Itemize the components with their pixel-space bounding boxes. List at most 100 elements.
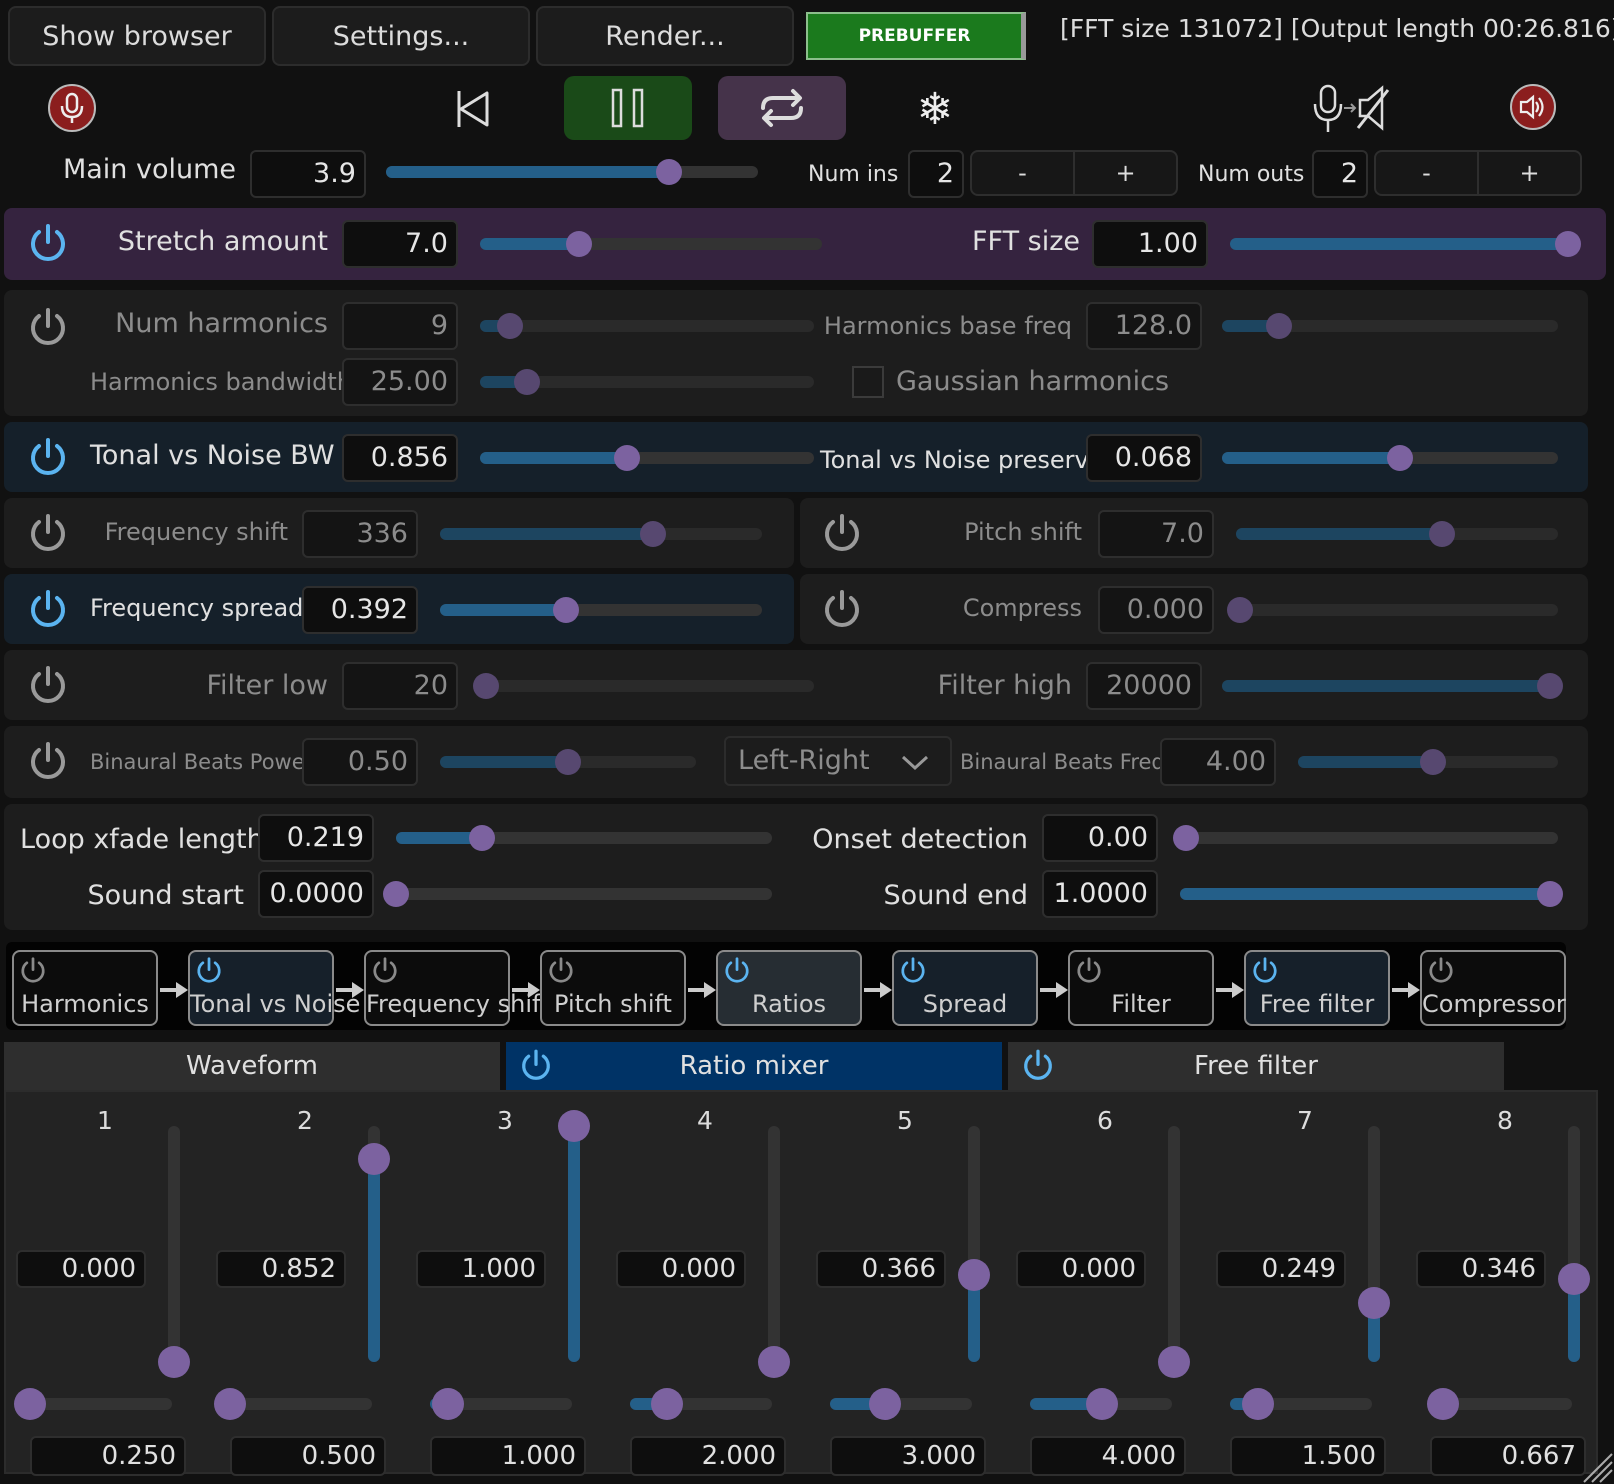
power-icon[interactable] <box>722 956 752 986</box>
tonal-noise-preserve-value[interactable]: 0.068 <box>1086 434 1202 482</box>
slider-knob[interactable] <box>1358 1287 1390 1319</box>
loop-xfade-slider[interactable] <box>396 825 772 851</box>
harmonics-bandwidth-slider[interactable] <box>480 369 814 395</box>
filter-high-slider[interactable] <box>1222 673 1563 699</box>
harmonics-base-freq-value[interactable]: 128.0 <box>1086 302 1202 350</box>
filter-low-slider[interactable] <box>473 673 814 699</box>
channel-level-value[interactable]: 0.249 <box>1216 1250 1346 1288</box>
slider-knob[interactable] <box>1537 881 1563 907</box>
power-icon[interactable] <box>546 956 576 986</box>
chain-module[interactable]: Ratios <box>716 950 862 1026</box>
channel-level-value[interactable]: 0.000 <box>16 1250 146 1288</box>
channel-level-value[interactable]: 0.000 <box>1016 1250 1146 1288</box>
slider-knob[interactable] <box>1266 313 1293 339</box>
tonal-noise-bw-value[interactable]: 0.856 <box>342 434 458 482</box>
frequency-shift-value[interactable]: 336 <box>302 510 418 558</box>
binaural-power-value[interactable]: 0.50 <box>302 738 418 786</box>
channel-ratio-value[interactable]: 3.000 <box>830 1436 986 1476</box>
main-volume-slider[interactable] <box>386 159 758 185</box>
slider-knob[interactable] <box>1420 749 1447 775</box>
freeze-button[interactable]: ❄ <box>908 82 962 136</box>
chain-module[interactable]: Harmonics <box>12 950 158 1026</box>
pitch-shift-slider[interactable] <box>1236 521 1558 547</box>
slider-knob[interactable] <box>613 445 640 471</box>
channel-ratio-value[interactable]: 1.500 <box>1230 1436 1386 1476</box>
slider-knob[interactable] <box>566 231 593 257</box>
harmonics-base-freq-slider[interactable] <box>1222 313 1558 339</box>
slider-knob[interactable] <box>1086 1388 1119 1420</box>
power-icon[interactable] <box>1426 956 1456 986</box>
num-ins-stepper[interactable]: - + <box>970 150 1178 196</box>
filter-power-icon[interactable] <box>26 664 70 708</box>
channel-ratio-slider[interactable] <box>630 1388 772 1420</box>
resize-grip-icon[interactable] <box>1580 1450 1614 1484</box>
tonal-noise-bw-slider[interactable] <box>480 445 814 471</box>
slider-knob[interactable] <box>214 1388 246 1420</box>
channel-level-value[interactable]: 1.000 <box>416 1250 546 1288</box>
tonal-noise-preserve-slider[interactable] <box>1222 445 1558 471</box>
slider-knob[interactable] <box>1158 1346 1190 1378</box>
power-icon[interactable] <box>370 956 400 986</box>
slider-knob[interactable] <box>1242 1388 1275 1420</box>
harmonics-bandwidth-value[interactable]: 25.00 <box>342 358 458 406</box>
channel-ratio-slider[interactable] <box>430 1388 572 1420</box>
passthrough-button[interactable] <box>1312 80 1404 138</box>
channel-level-slider[interactable] <box>1558 1126 1590 1362</box>
slider-knob[interactable] <box>655 159 682 185</box>
tab-waveform[interactable]: Waveform <box>4 1042 500 1090</box>
settings-button[interactable]: Settings... <box>272 6 530 66</box>
prebuffer-button[interactable]: PREBUFFER <box>806 12 1026 60</box>
num-ins-value[interactable]: 2 <box>908 150 964 198</box>
fft-size-value[interactable]: 1.00 <box>1092 220 1208 268</box>
filter-low-value[interactable]: 20 <box>342 662 458 710</box>
show-browser-button[interactable]: Show browser <box>8 6 266 66</box>
channel-level-slider[interactable] <box>1158 1126 1190 1378</box>
slider-knob[interactable] <box>1555 231 1581 257</box>
num-ins-minus-button[interactable]: - <box>972 152 1073 194</box>
loop-xfade-value[interactable]: 0.219 <box>258 814 374 862</box>
slider-knob[interactable] <box>1429 521 1456 547</box>
stretch-amount-value[interactable]: 7.0 <box>342 220 458 268</box>
pause-button[interactable] <box>564 76 692 140</box>
ratio-mixer-power-icon[interactable] <box>518 1048 554 1084</box>
channel-ratio-slider[interactable] <box>1230 1388 1372 1420</box>
slider-knob[interactable] <box>473 673 499 699</box>
sound-end-value[interactable]: 1.0000 <box>1042 870 1158 918</box>
frequency-shift-slider[interactable] <box>440 521 762 547</box>
num-outs-minus-button[interactable]: - <box>1376 152 1477 194</box>
num-outs-value[interactable]: 2 <box>1312 150 1368 198</box>
slider-knob[interactable] <box>513 369 540 395</box>
power-icon[interactable] <box>194 956 224 986</box>
power-icon[interactable] <box>1250 956 1280 986</box>
harmonics-power-icon[interactable] <box>26 306 70 350</box>
slider-knob[interactable] <box>497 313 524 339</box>
chain-module[interactable]: Pitch shift <box>540 950 686 1026</box>
channel-level-value[interactable]: 0.000 <box>616 1250 746 1288</box>
gaussian-harmonics-checkbox[interactable] <box>852 366 884 398</box>
channel-ratio-slider[interactable] <box>214 1388 372 1420</box>
channel-ratio-value[interactable]: 1.000 <box>430 1436 586 1476</box>
loop-button[interactable] <box>718 76 846 140</box>
channel-ratio-slider[interactable] <box>1426 1388 1572 1420</box>
slider-knob[interactable] <box>958 1258 990 1291</box>
num-outs-plus-button[interactable]: + <box>1477 152 1580 194</box>
frequency-spread-power-icon[interactable] <box>26 588 70 632</box>
channel-level-value[interactable]: 0.852 <box>216 1250 346 1288</box>
channel-ratio-slider[interactable] <box>830 1388 972 1420</box>
sound-start-value[interactable]: 0.0000 <box>258 870 374 918</box>
power-icon[interactable] <box>898 956 928 986</box>
slider-knob[interactable] <box>358 1143 390 1176</box>
sound-start-slider[interactable] <box>383 881 772 907</box>
channel-ratio-value[interactable]: 0.250 <box>30 1436 186 1476</box>
channel-level-slider[interactable] <box>758 1126 790 1378</box>
chain-module[interactable]: Filter <box>1068 950 1214 1026</box>
channel-ratio-value[interactable]: 2.000 <box>630 1436 786 1476</box>
slider-knob[interactable] <box>650 1388 683 1420</box>
slider-knob[interactable] <box>432 1388 465 1420</box>
slider-knob[interactable] <box>1537 673 1563 699</box>
num-ins-plus-button[interactable]: + <box>1073 152 1176 194</box>
channel-ratio-value[interactable]: 4.000 <box>1030 1436 1186 1476</box>
slider-knob[interactable] <box>158 1346 190 1378</box>
num-outs-stepper[interactable]: - + <box>1374 150 1582 196</box>
record-button[interactable] <box>48 84 96 132</box>
